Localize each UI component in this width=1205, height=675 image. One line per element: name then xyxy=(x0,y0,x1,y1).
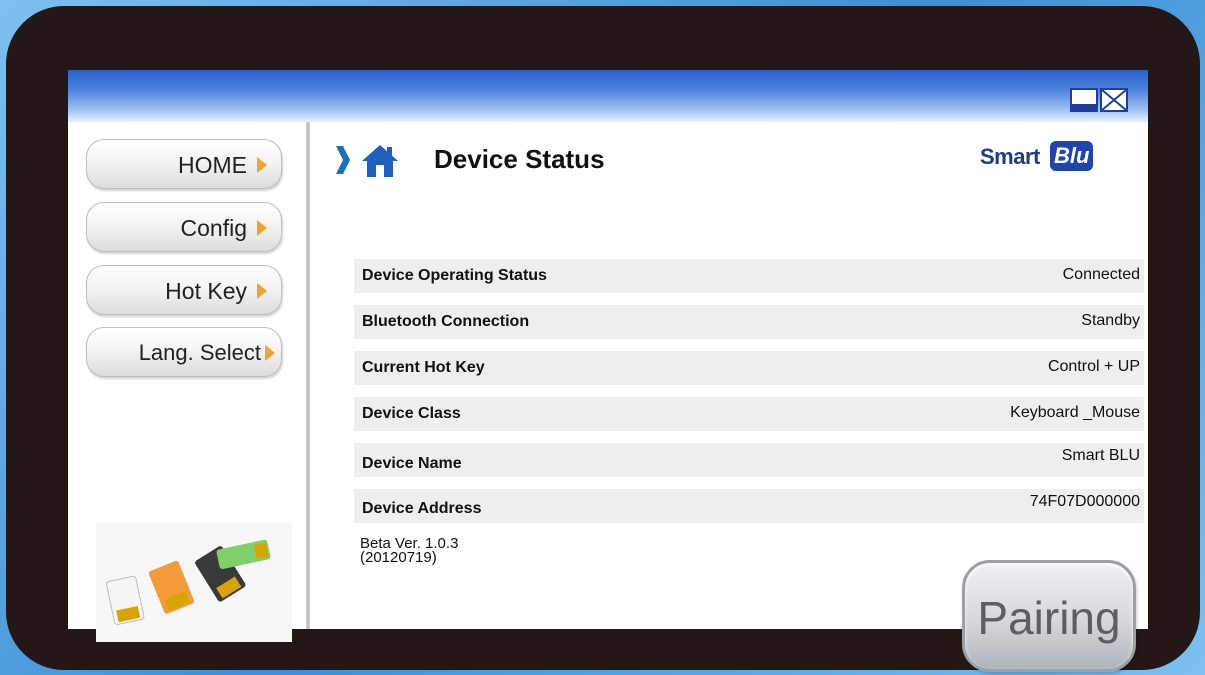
sidebar-item-lang-select[interactable]: Lang. Select xyxy=(86,327,282,377)
status-key: Device Address xyxy=(362,500,482,517)
sidebar-item-label: Hot Key xyxy=(165,278,247,304)
product-image xyxy=(96,522,292,642)
app-window: HOME Config Hot Key Lang. Select Device … xyxy=(68,70,1148,672)
status-row: Current Hot Key Control + UP xyxy=(354,351,1144,385)
status-value: Control + UP xyxy=(1047,358,1140,375)
status-row: Device Class Keyboard _Mouse xyxy=(354,397,1144,431)
status-key: Device Name xyxy=(362,455,462,472)
status-row: Bluetooth Connection Standby xyxy=(354,305,1144,339)
version-date: (20120719) xyxy=(360,549,437,566)
logo-text: Smart xyxy=(980,144,1040,169)
version-info: Beta Ver. 1.0.3 (20120719) xyxy=(360,536,458,566)
sidebar-item-home[interactable]: HOME xyxy=(86,139,282,189)
device-frame: HOME Config Hot Key Lang. Select Device … xyxy=(6,6,1200,672)
sidebar-item-label: Lang. Select xyxy=(138,340,261,365)
pairing-button[interactable]: Pairing xyxy=(962,560,1136,672)
status-key: Device Operating Status xyxy=(362,267,547,284)
status-key: Device Class xyxy=(362,405,461,422)
main-content: Device Status Smart Blu Device Operating… xyxy=(310,122,1148,672)
sidebar-item-config[interactable]: Config xyxy=(86,202,282,252)
pairing-button-label: Pairing xyxy=(977,592,1121,644)
sidebar-item-hot-key[interactable]: Hot Key xyxy=(86,265,282,315)
status-value: Connected xyxy=(1062,266,1140,283)
status-key: Bluetooth Connection xyxy=(362,313,530,330)
status-row: Device Operating Status Connected xyxy=(354,259,1144,293)
arrow-right-icon xyxy=(257,283,267,299)
status-value: 74F07D000000 xyxy=(1029,493,1140,510)
arrow-right-icon xyxy=(257,157,267,173)
brand-logo: Smart Blu xyxy=(974,138,1102,178)
status-row: Device Name Smart BLU xyxy=(354,443,1144,477)
status-value: Smart BLU xyxy=(1061,447,1140,464)
page-title: Device Status xyxy=(434,142,724,176)
status-key: Current Hot Key xyxy=(362,359,485,376)
sidebar-item-label: Config xyxy=(180,215,247,241)
status-row: Device Address 74F07D000000 xyxy=(354,489,1144,523)
title-bar xyxy=(68,70,1148,122)
close-icon[interactable] xyxy=(1100,88,1128,112)
sidebar: HOME Config Hot Key Lang. Select xyxy=(68,122,306,642)
chevron-right-icon xyxy=(336,146,350,174)
sidebar-item-label: HOME xyxy=(178,152,247,178)
logo-text-highlight: Blu xyxy=(1050,141,1094,171)
arrow-right-icon xyxy=(265,345,275,361)
home-icon xyxy=(362,145,398,177)
status-value: Standby xyxy=(1081,312,1140,329)
arrow-right-icon xyxy=(257,220,267,236)
maximize-icon[interactable] xyxy=(1070,88,1098,112)
status-value: Keyboard _Mouse xyxy=(1010,404,1140,421)
